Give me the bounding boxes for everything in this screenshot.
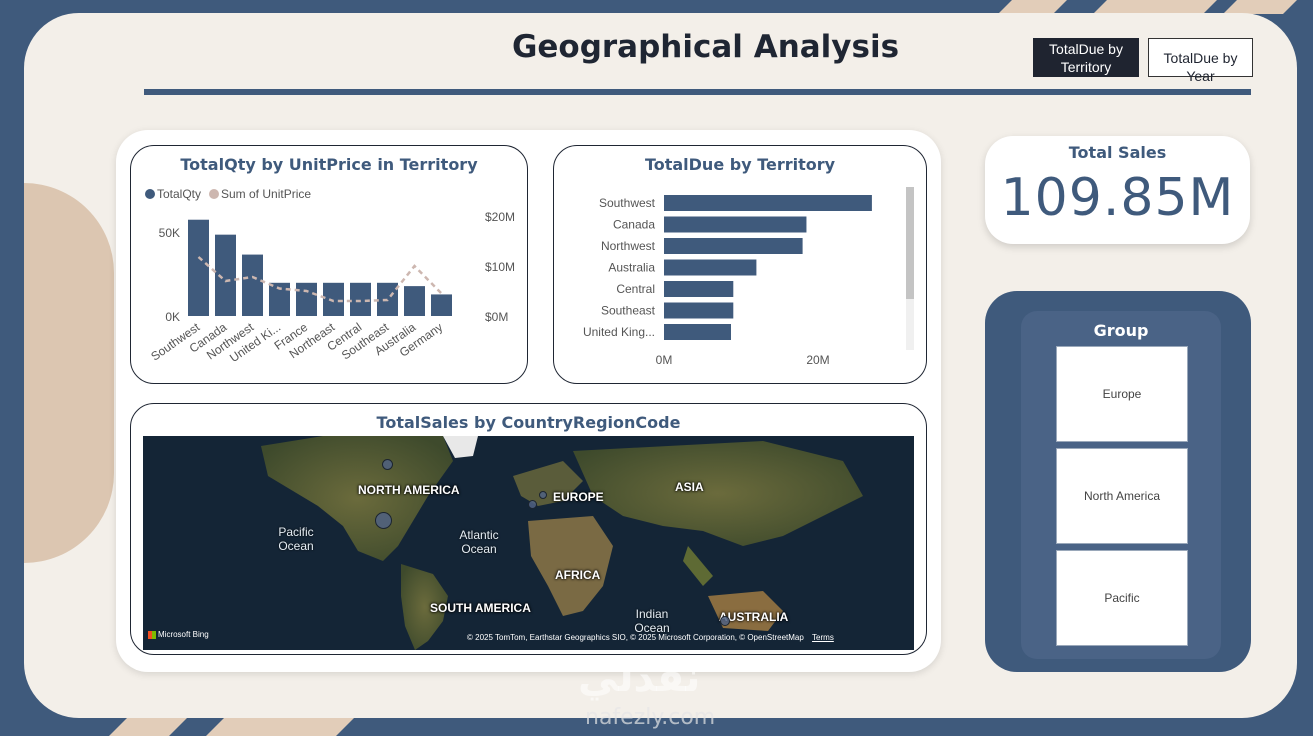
due-bar	[664, 324, 731, 340]
qty-bar	[377, 282, 398, 316]
map-label-asia: ASIA	[675, 480, 704, 494]
map-bubble[interactable]	[539, 491, 547, 499]
map-terms-link[interactable]: Terms	[812, 633, 834, 642]
legend-unitprice-label: Sum of UnitPrice	[221, 187, 311, 201]
bing-logo: Microsoft Bing	[148, 630, 209, 639]
map-label-pacific: Pacific Ocean	[278, 525, 314, 553]
map-label-north-america: NORTH AMERICA	[358, 483, 460, 497]
due-chart-card[interactable]: TotalDue by Territory 0M 20M Southwest Ca…	[553, 145, 927, 384]
due-bar	[664, 216, 807, 233]
decor-stripe	[206, 718, 354, 736]
qty-chart-card[interactable]: TotalQty by UnitPrice in Territory Total…	[130, 145, 528, 384]
qty-bar	[350, 282, 371, 316]
qty-chart[interactable]: TotalQty Sum of UnitPrice 50K 0K $20M $1…	[131, 146, 527, 383]
map-bubble[interactable]	[720, 616, 730, 626]
map-label-europe: EUROPE	[553, 490, 604, 504]
due-bar	[664, 281, 734, 297]
group-option-north-america[interactable]: North America	[1056, 448, 1188, 544]
watermark-site: nafezly.com	[585, 705, 716, 730]
map-label-africa: AFRICA	[555, 568, 601, 582]
title-divider	[144, 89, 1251, 95]
decor-stripe	[1223, 0, 1297, 14]
map-title: TotalSales by CountryRegionCode	[376, 413, 681, 432]
map-label-south-america: SOUTH AMERICA	[430, 601, 531, 615]
qty-bar	[431, 294, 452, 316]
total-sales-card: Total Sales 109.85M	[985, 136, 1250, 244]
y-category-label: Central	[616, 282, 655, 296]
map-bubble[interactable]	[382, 459, 393, 470]
x-tick: 0M	[656, 353, 673, 367]
y-right-tick: $0M	[485, 310, 508, 324]
decor-wave	[24, 183, 114, 563]
y-category-label: Australia	[608, 261, 655, 275]
y-left-tick: 50K	[159, 226, 180, 240]
report-canvas: Geographical Analysis TotalDue by Territ…	[24, 13, 1297, 718]
due-bar	[664, 195, 872, 211]
bing-brand-text: Microsoft Bing	[158, 630, 209, 639]
nav-totaldue-territory-button[interactable]: TotalDue by Territory	[1033, 38, 1139, 77]
qty-bar	[404, 286, 425, 316]
y-category-label: Canada	[613, 218, 655, 232]
y-category-label: United King...	[583, 325, 655, 339]
attribution-text: © 2025 TomTom, Earthstar Geographics SIO…	[467, 633, 804, 642]
due-chart[interactable]: 0M 20M Southwest Canada Northwest Australia…	[554, 146, 926, 383]
qty-bar	[296, 282, 317, 316]
total-sales-label: Total Sales	[1068, 143, 1167, 162]
y-category-label: Northwest	[601, 239, 656, 253]
y-category-label: Southeast	[601, 304, 656, 318]
qty-bar	[242, 254, 263, 316]
watermark-logo: نفذلي	[578, 655, 701, 701]
map-label-indian: Indian Ocean	[634, 607, 670, 635]
legend-totalqty-marker	[145, 189, 155, 199]
y-right-tick: $10M	[485, 260, 515, 274]
map-bubble[interactable]	[375, 512, 392, 529]
map-attribution: © 2025 TomTom, Earthstar Geographics SIO…	[467, 633, 834, 642]
due-bar	[664, 259, 757, 276]
decor-stripe	[109, 718, 187, 736]
group-slicer-title: Group	[1093, 321, 1149, 340]
qty-bar	[323, 282, 344, 316]
map-label-atlantic: Atlantic Ocean	[459, 528, 499, 556]
due-bar	[664, 302, 734, 319]
y-category-label: Southwest	[599, 196, 656, 210]
visuals-panel: TotalQty by UnitPrice in Territory Total…	[116, 130, 941, 672]
group-slicer-card: Group Europe North America Pacific	[985, 291, 1251, 672]
y-right-tick: $20M	[485, 210, 515, 224]
group-option-europe[interactable]: Europe	[1056, 346, 1188, 442]
decor-stripe	[1093, 0, 1217, 14]
x-tick: 20M	[806, 353, 829, 367]
map-bubble[interactable]	[528, 500, 537, 509]
total-sales-value: 109.85M	[1000, 168, 1235, 228]
legend-unitprice-marker	[209, 189, 219, 199]
y-left-tick: 0K	[165, 310, 180, 324]
group-slicer: Group Europe North America Pacific	[1021, 311, 1221, 659]
nav-totaldue-year-button[interactable]: TotalDue by Year	[1148, 38, 1253, 84]
map-terrain	[143, 436, 914, 650]
decor-stripe	[998, 0, 1067, 14]
qty-bar	[188, 219, 209, 316]
due-bar	[664, 238, 803, 254]
group-option-pacific[interactable]: Pacific	[1056, 550, 1188, 646]
map-card[interactable]: TotalSales by CountryRegionCode NORTH AM…	[130, 403, 927, 655]
legend-totalqty-label: TotalQty	[157, 187, 201, 201]
scrollbar-thumb[interactable]	[906, 187, 914, 299]
qty-bar	[215, 234, 236, 316]
world-map[interactable]: NORTH AMERICA EUROPE ASIA AFRICA SOUTH A…	[143, 436, 914, 650]
